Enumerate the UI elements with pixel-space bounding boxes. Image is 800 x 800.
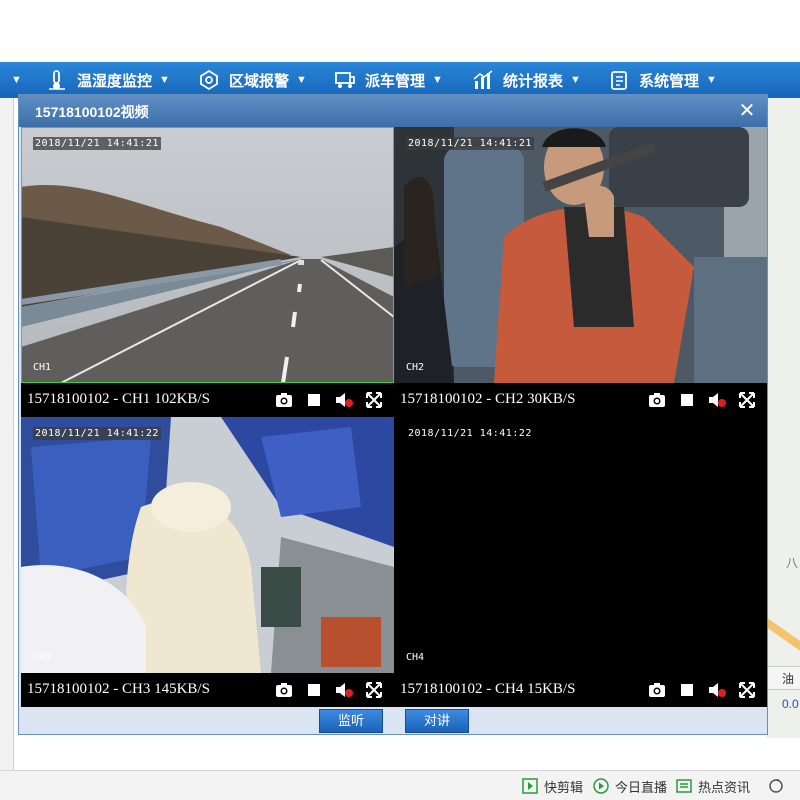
driver-camera-image [394, 127, 767, 383]
nav-item-partial[interactable]: ▼ [0, 62, 22, 98]
nav-item-label: 派车管理 [365, 72, 426, 90]
dialog-title-bar[interactable]: 15718100102视频 ✕ [19, 95, 767, 127]
video-tile-toolbar: 15718100102 - CH2 30KB/S [394, 383, 767, 417]
taskbar-item-label: 今日直播 [615, 779, 668, 795]
stop-icon[interactable] [677, 390, 697, 410]
thermometer-icon [49, 70, 65, 90]
refresh-icon[interactable] [768, 778, 784, 794]
video-edit-icon [522, 778, 538, 794]
region-alarm-icon [200, 69, 218, 91]
video-channel-label: CH3 [33, 652, 52, 663]
video-feed-ch1[interactable]: 2018/11/21 14:41:21 CH1 [21, 127, 394, 383]
close-icon[interactable]: ✕ [737, 101, 757, 121]
chevron-down-icon: ▼ [296, 74, 307, 86]
nav-item-label: 统计报表 [503, 72, 564, 90]
dispatch-icon [335, 72, 355, 88]
fullscreen-icon[interactable] [737, 680, 757, 700]
data-grid-header: 油 [766, 666, 800, 690]
chevron-down-icon: ▼ [570, 74, 581, 86]
nav-item-system[interactable]: 系统管理 ▼ [608, 62, 717, 98]
stop-icon[interactable] [304, 680, 324, 700]
left-panel-edge [0, 98, 14, 770]
chevron-down-icon: ▼ [11, 74, 22, 86]
camera-snapshot-icon[interactable] [274, 680, 294, 700]
map-view-edge[interactable]: 八 [766, 98, 800, 738]
video-feed-ch4[interactable]: 2018/11/21 14:41:22 CH4 [394, 417, 767, 673]
video-channel-label: CH1 [33, 362, 52, 373]
audio-mute-icon[interactable] [707, 390, 727, 410]
taskbar-item-label: 热点资讯 [698, 779, 751, 795]
main-nav-bar: ▼ 温湿度监控 ▼ 区域报警 ▼ 派车管理 ▼ 统计报表 ▼ 系统管理 ▼ [0, 62, 800, 98]
video-feed-ch3[interactable]: 2018/11/21 14:41:22 CH3 [21, 417, 394, 673]
video-tile-ch1[interactable]: 2018/11/21 14:41:21 CH1 15718100102 - CH… [21, 127, 394, 417]
camera-snapshot-icon[interactable] [274, 390, 294, 410]
video-tile-ch4[interactable]: 2018/11/21 14:41:22 CH4 15718100102 - CH… [394, 417, 767, 707]
video-tile-label: 15718100102 - CH2 30KB/S [400, 391, 576, 407]
monitor-button[interactable]: 监听 [319, 709, 383, 733]
video-tile-label: 15718100102 - CH4 15KB/S [400, 681, 576, 697]
bar-chart-icon [473, 70, 493, 89]
live-play-icon [593, 778, 609, 794]
browser-status-bar: 快剪辑 今日直播 热点资讯 [0, 770, 800, 800]
fullscreen-icon[interactable] [737, 390, 757, 410]
video-tile-ch2[interactable]: 2018/11/21 14:41:21 CH2 15718100102 - CH… [394, 127, 767, 417]
grid-column-header: 油 [782, 672, 795, 686]
video-tile-label: 15718100102 - CH1 102KB/S [27, 391, 210, 407]
map-place-label: 八 [786, 556, 799, 570]
dialog-title: 15718100102视频 [35, 104, 149, 120]
taskbar-live[interactable]: 今日直播 [593, 775, 667, 797]
video-tile-toolbar: 15718100102 - CH4 15KB/S [394, 673, 767, 707]
audio-mute-icon[interactable] [334, 390, 354, 410]
nav-item-dispatch[interactable]: 派车管理 ▼ [334, 62, 443, 98]
app-screen: ▼ 温湿度监控 ▼ 区域报警 ▼ 派车管理 ▼ 统计报表 ▼ 系统管理 ▼ 八 … [0, 0, 800, 800]
taskbar-item-label: 快剪辑 [544, 779, 584, 795]
nav-item-label: 温湿度监控 [77, 72, 153, 90]
fullscreen-icon[interactable] [364, 390, 384, 410]
chevron-down-icon: ▼ [432, 74, 443, 86]
video-timestamp: 2018/11/21 14:41:21 [406, 137, 534, 150]
chevron-down-icon: ▼ [159, 74, 170, 86]
video-tile-toolbar: 15718100102 - CH3 145KB/S [21, 673, 394, 707]
video-channel-label: CH2 [406, 362, 425, 373]
taskbar-news[interactable]: 热点资讯 [676, 775, 750, 797]
nav-item-label: 区域报警 [229, 72, 290, 90]
intercom-button[interactable]: 对讲 [405, 709, 469, 733]
nav-item-region-alarm[interactable]: 区域报警 ▼ [198, 62, 307, 98]
stop-icon[interactable] [304, 390, 324, 410]
nav-item-reports[interactable]: 统计报表 ▼ [472, 62, 581, 98]
video-channel-label: CH4 [406, 652, 425, 663]
video-tile-ch3[interactable]: 2018/11/21 14:41:22 CH3 15718100102 - CH… [21, 417, 394, 707]
video-timestamp: 2018/11/21 14:41:22 [408, 428, 532, 439]
system-settings-icon [611, 71, 627, 90]
video-timestamp: 2018/11/21 14:41:22 [33, 427, 161, 440]
taskbar-video-edit[interactable]: 快剪辑 [522, 775, 583, 797]
chevron-down-icon: ▼ [706, 74, 717, 86]
video-feed-ch2[interactable]: 2018/11/21 14:41:21 CH2 [394, 127, 767, 383]
news-icon [676, 779, 692, 793]
video-tile-toolbar: 15718100102 - CH1 102KB/S [21, 383, 394, 417]
map-road [766, 618, 800, 660]
audio-mute-icon[interactable] [334, 680, 354, 700]
camera-snapshot-icon[interactable] [647, 390, 667, 410]
highway-camera-image [21, 127, 394, 383]
nav-item-label: 系统管理 [639, 72, 700, 90]
grid-cell: 0.0 [782, 697, 799, 711]
video-timestamp: 2018/11/21 14:41:21 [33, 137, 161, 150]
audio-mute-icon[interactable] [707, 680, 727, 700]
camera-snapshot-icon[interactable] [647, 680, 667, 700]
fullscreen-icon[interactable] [364, 680, 384, 700]
stop-icon[interactable] [677, 680, 697, 700]
video-tile-label: 15718100102 - CH3 145KB/S [27, 681, 210, 697]
nav-item-temperature-humidity[interactable]: 温湿度监控 ▼ [46, 62, 170, 98]
video-dialog: 15718100102视频 ✕ 2018/11/21 14:41:21 CH1 … [18, 94, 768, 735]
cabin-camera-image [21, 417, 394, 673]
